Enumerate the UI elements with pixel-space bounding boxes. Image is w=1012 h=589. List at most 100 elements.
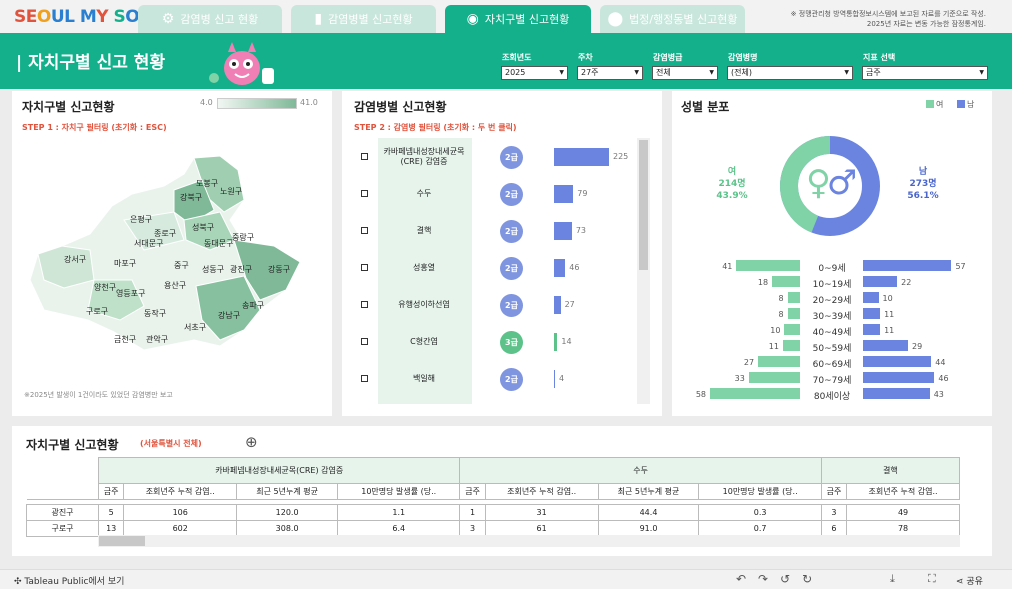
disease-row[interactable]: 수두 2급 79 bbox=[354, 175, 634, 212]
tableau-icon: ✣ bbox=[14, 577, 25, 587]
disease-checkbox[interactable] bbox=[361, 338, 368, 345]
col-header[interactable]: 10만명당 발생률 (당.. bbox=[698, 483, 822, 500]
female-age-value: 33 bbox=[734, 374, 745, 383]
col-group-header[interactable]: 카바페넴내성장내세균목(CRE) 감염증 bbox=[97, 457, 461, 484]
col-header[interactable]: 금주 bbox=[459, 483, 486, 500]
year-select[interactable]: 2025 bbox=[501, 66, 568, 80]
disease-bar[interactable] bbox=[554, 148, 609, 166]
tab-by-disease[interactable]: ▮ 감염병별 신고현황 bbox=[291, 5, 436, 33]
female-age-value: 41 bbox=[722, 262, 733, 271]
undo-redo-controls[interactable]: ↶↷↺↻ bbox=[736, 572, 824, 586]
male-age-bar[interactable] bbox=[863, 372, 935, 383]
male-age-bar[interactable] bbox=[863, 260, 952, 271]
zoom-icon[interactable]: ⊕ bbox=[245, 433, 258, 451]
disease-name: 유행성이하선염 bbox=[398, 300, 450, 309]
female-age-bar[interactable] bbox=[710, 388, 800, 399]
district-label: 영등포구 bbox=[116, 288, 145, 298]
tableau-link[interactable]: ✣ Tableau Public에서 보기 bbox=[14, 574, 124, 587]
female-age-bar[interactable] bbox=[782, 340, 800, 351]
disease-bar[interactable] bbox=[554, 333, 558, 351]
tab-by-district[interactable]: ◉ 자치구별 신고현황 bbox=[445, 5, 591, 33]
tab-disease-status[interactable]: ⚙ 감염병 신고 현황 bbox=[138, 5, 282, 33]
col-header[interactable]: 금주 bbox=[97, 483, 125, 500]
male-age-bar[interactable] bbox=[863, 308, 881, 319]
male-age-bar[interactable] bbox=[863, 324, 881, 335]
disease-row[interactable]: 성홍열 2급 46 bbox=[354, 249, 634, 286]
col-header[interactable]: 최근 5년누계 평균 bbox=[597, 483, 700, 500]
filter-week-label: 주차 bbox=[578, 53, 593, 62]
download-icon[interactable]: ⤓ bbox=[890, 572, 895, 586]
share-button[interactable]: ⋖ 공유 bbox=[956, 574, 983, 587]
male-age-bar[interactable] bbox=[863, 356, 932, 367]
mascot-illustration bbox=[209, 42, 274, 85]
female-age-bar[interactable] bbox=[784, 324, 800, 335]
col-header[interactable]: 조회년주 누적 감염.. bbox=[484, 483, 599, 500]
female-age-bar[interactable] bbox=[748, 372, 800, 383]
tab-by-dong[interactable]: ⬤ 법정/행정동별 신고현황 bbox=[600, 5, 745, 33]
col-header[interactable]: 금주 bbox=[820, 483, 848, 500]
table-row[interactable]: 광진구 5 106 120.0 1.1 1 31 44.4 0.3 3 49 bbox=[26, 504, 960, 521]
district-label: 중랑구 bbox=[232, 232, 254, 242]
table-panel-title: 자치구별 신고현황 bbox=[26, 438, 119, 452]
female-age-bar[interactable] bbox=[772, 276, 800, 287]
disease-bar[interactable] bbox=[554, 222, 572, 240]
col-header[interactable]: 최근 5년누계 평균 bbox=[236, 483, 339, 500]
disease-checkbox[interactable] bbox=[361, 190, 368, 197]
female-age-bar[interactable] bbox=[787, 308, 800, 319]
disease-name: C형간염 bbox=[410, 337, 438, 346]
age-group-label: 60~69세 bbox=[812, 360, 852, 370]
col-header[interactable]: 조회년주 누적 감염.. bbox=[123, 483, 238, 500]
col-header[interactable]: 10만명당 발생률 (당.. bbox=[337, 483, 461, 500]
metric-select[interactable]: 금주 bbox=[862, 66, 988, 80]
col-header[interactable]: 조회년주 누적 감염.. bbox=[846, 483, 960, 500]
disease-bar[interactable] bbox=[554, 296, 561, 314]
male-age-bar[interactable] bbox=[863, 388, 930, 399]
district-label: 성북구 bbox=[192, 223, 214, 232]
filter-disease-label: 감염병명 bbox=[728, 53, 758, 62]
disease-row[interactable]: 결핵 2급 73 bbox=[354, 212, 634, 249]
female-age-bar[interactable] bbox=[736, 260, 800, 271]
col-group-header[interactable]: 수두 bbox=[459, 457, 822, 484]
disease-select[interactable]: (전체) bbox=[727, 66, 853, 80]
disease-row[interactable]: 카바페넴내성장내세균목(CRE) 감염증 2급 225 bbox=[354, 138, 634, 175]
disease-row[interactable]: C형간염 3급 14 bbox=[354, 323, 634, 360]
disease-checkbox[interactable] bbox=[361, 227, 368, 234]
fullscreen-icon[interactable]: ⛶ bbox=[928, 572, 936, 586]
male-age-value: 11 bbox=[884, 326, 895, 335]
male-age-bar[interactable] bbox=[863, 340, 908, 351]
disease-checkbox[interactable] bbox=[361, 153, 368, 160]
female-age-value: 27 bbox=[743, 358, 755, 367]
bar-chart-icon: ▮ bbox=[314, 11, 323, 27]
week-select[interactable]: 27주 bbox=[577, 66, 643, 80]
female-age-bar[interactable] bbox=[758, 356, 800, 367]
disease-row[interactable]: 백일해 2급 4 bbox=[354, 360, 634, 397]
district-label: 종로구 bbox=[154, 229, 176, 238]
male-age-bar[interactable] bbox=[863, 276, 898, 287]
district-label: 노원구 bbox=[220, 187, 242, 196]
map-panel-title: 자치구별 신고현황 bbox=[22, 100, 115, 114]
male-age-bar[interactable] bbox=[863, 292, 879, 303]
disease-name: 수두 bbox=[416, 189, 432, 198]
age-group-label: 50~59세 bbox=[812, 344, 852, 354]
district-label: 광진구 bbox=[230, 264, 252, 274]
disease-checkbox[interactable] bbox=[361, 375, 368, 382]
district-label: 관악구 bbox=[146, 334, 168, 344]
grade-select[interactable]: 전체 bbox=[652, 66, 718, 80]
disease-checkbox[interactable] bbox=[361, 301, 368, 308]
male-age-value: 43 bbox=[933, 390, 944, 399]
disease-list-scrollbar[interactable] bbox=[637, 138, 650, 404]
disease-bar[interactable] bbox=[554, 185, 574, 203]
grade-badge: 2급 bbox=[500, 294, 523, 317]
seoul-district-map[interactable]: 도봉구 노원구 강북구 은평구 성북구 종로구 동대문구 중랑구 서대문구 강서… bbox=[24, 150, 320, 360]
table-h-scrollbar[interactable] bbox=[98, 535, 960, 547]
grade-badge: 2급 bbox=[500, 220, 523, 243]
female-age-bar[interactable] bbox=[787, 292, 800, 303]
disease-checkbox[interactable] bbox=[361, 264, 368, 271]
disease-bar[interactable] bbox=[554, 259, 566, 277]
disease-row[interactable]: 유행성이하선염 2급 27 bbox=[354, 286, 634, 323]
disease-bar[interactable] bbox=[554, 370, 555, 388]
col-group-header[interactable]: 결핵 bbox=[820, 457, 961, 484]
female-age-value: 8 bbox=[778, 294, 784, 303]
district-label: 은평구 bbox=[130, 214, 152, 224]
district-label: 강서구 bbox=[64, 254, 86, 264]
